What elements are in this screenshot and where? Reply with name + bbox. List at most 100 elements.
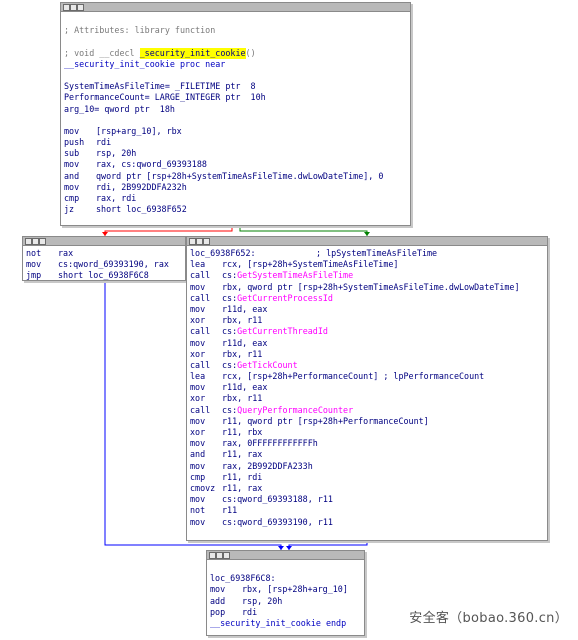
code-line[interactable]	[64, 70, 408, 81]
code-line[interactable]: SystemTimeAsFileTime= _FILETIME ptr 8	[64, 81, 408, 92]
operands[interactable]: r11, rax	[222, 483, 262, 494]
block-graph-icon[interactable]	[70, 4, 77, 11]
api-function-name[interactable]: GetCurrentProcessId	[237, 293, 333, 304]
code-line[interactable]: __security_init_cookie proc near	[64, 59, 408, 70]
code-line[interactable]: xor rbx, r11	[190, 315, 545, 326]
code-line[interactable]: and qword ptr [rsp+28h+SystemTimeAsFileTi…	[64, 171, 408, 182]
operands[interactable]: rdi, 2B992DDFA232h	[96, 182, 187, 193]
code-line[interactable]: mov rbx, [rsp+28h+arg_10]	[210, 584, 362, 595]
api-function-name[interactable]: GetTickCount	[237, 360, 298, 371]
code-text[interactable]: loc_6938F6C8:	[210, 573, 276, 584]
operands[interactable]: rdi	[242, 607, 257, 618]
code-line[interactable]: loc_6938F6C8:	[210, 573, 362, 584]
function-name-highlight[interactable]: _security_init_cookie	[139, 47, 246, 59]
operands[interactable]: rbx, r11	[222, 349, 262, 360]
code-line[interactable]: pop rdi	[210, 607, 362, 618]
code-line[interactable]: mov r11d, eax	[190, 338, 545, 349]
operands[interactable]: rax, cs:qword_69393188	[96, 159, 207, 170]
operands[interactable]: cs:qword_69393188, r11	[222, 494, 333, 505]
proc-label[interactable]: __security_init_cookie proc near	[64, 59, 225, 70]
block-titlebar[interactable]	[23, 237, 185, 246]
code-line[interactable]: jmp short loc_6938F6C8	[26, 270, 183, 281]
block-group-icon[interactable]	[223, 552, 230, 559]
code-block-loc-6938f6c8[interactable]: loc_6938F6C8: mov rbx, [rsp+28h+arg_10] add…	[206, 550, 365, 636]
operands[interactable]: r11	[222, 505, 237, 516]
code-line[interactable]	[64, 14, 408, 25]
block-color-icon[interactable]	[189, 238, 196, 245]
operands[interactable]: [rsp+arg_10], rbx	[96, 126, 182, 137]
block-graph-icon[interactable]	[32, 238, 39, 245]
code-block-entry[interactable]: ; Attributes: library function ; void __c…	[60, 2, 411, 226]
operands[interactable]: rax	[58, 248, 73, 259]
code-line[interactable]: call cs: GetCurrentThreadId	[190, 326, 545, 337]
code-line[interactable]: mov [rsp+arg_10], rbx	[64, 126, 408, 137]
operands[interactable]: r11, rax	[222, 449, 262, 460]
block-group-icon[interactable]	[39, 238, 46, 245]
code-line[interactable]: sub rsp, 20h	[64, 148, 408, 159]
code-text[interactable]: arg_10= qword ptr 18h	[64, 104, 175, 115]
code-line[interactable]: PerformanceCount= LARGE_INTEGER ptr 10h	[64, 92, 408, 103]
operands[interactable]: rax, 0FFFFFFFFFFFFh	[222, 438, 318, 449]
code-line[interactable]: ; void __cdecl _security_init_cookie()	[64, 47, 408, 59]
code-line[interactable]: mov rax, 2B992DDFA233h	[190, 461, 545, 472]
operands[interactable]: rsp, 20h	[242, 596, 282, 607]
code-line[interactable]: call cs: GetTickCount	[190, 360, 545, 371]
api-function-name[interactable]: QueryPerformanceCounter	[237, 405, 353, 416]
block-graph-icon[interactable]	[216, 552, 223, 559]
code-line[interactable]: cmovz r11, rax	[190, 483, 545, 494]
code-line[interactable]: ; Attributes: library function	[64, 25, 408, 36]
code-line[interactable]: xor rbx, r11	[190, 349, 545, 360]
code-line[interactable]: mov rax, 0FFFFFFFFFFFFh	[190, 438, 545, 449]
code-line[interactable]: mov rdi, 2B992DDFA232h	[64, 182, 408, 193]
block-group-icon[interactable]	[203, 238, 210, 245]
operands[interactable]: rax, 2B992DDFA233h	[222, 461, 313, 472]
operands[interactable]: qword ptr [rsp+28h+SystemTimeAsFileTime.…	[96, 171, 383, 182]
code-line[interactable]: cmp rax, rdi	[64, 193, 408, 204]
code-line[interactable]: cmp r11, rdi	[190, 472, 545, 483]
code-line[interactable]: not r11	[190, 505, 545, 516]
code-line[interactable]	[64, 36, 408, 47]
code-block-not-rax[interactable]: not rax mov cs:qword_69393190, rax jmp short …	[22, 236, 186, 281]
code-line[interactable]	[210, 562, 362, 573]
code-line[interactable]: and r11, rax	[190, 449, 545, 460]
operands[interactable]: rbx, r11	[222, 315, 262, 326]
code-line[interactable]: not rax	[26, 248, 183, 259]
code-line[interactable]: loc_6938F652: ; lpSystemTimeAsFileTime	[190, 248, 545, 259]
operands[interactable]: rax, rdi	[96, 193, 136, 204]
code-line[interactable]: jz short loc_6938F652	[64, 204, 408, 215]
block-group-icon[interactable]	[77, 4, 84, 11]
block-titlebar[interactable]	[61, 3, 410, 12]
code-line[interactable]: __security_init_cookie endp	[210, 618, 362, 629]
block-color-icon[interactable]	[63, 4, 70, 11]
operands[interactable]: short loc_6938F6C8	[58, 270, 149, 281]
operands[interactable]: r11d, eax	[222, 304, 267, 315]
operands[interactable]: r11d, eax	[222, 382, 267, 393]
code-line[interactable]: mov cs:qword_69393190, rax	[26, 259, 183, 270]
code-line[interactable]: push rdi	[64, 137, 408, 148]
operands[interactable]: rbx, qword ptr [rsp+28h+SystemTimeAsFile…	[222, 282, 520, 293]
code-line[interactable]: mov cs:qword_69393190, r11	[190, 517, 545, 528]
code-line[interactable]: xor rbx, r11	[190, 393, 545, 404]
code-line[interactable]: mov r11, qword ptr [rsp+28h+PerformanceCo…	[190, 416, 545, 427]
operands[interactable]: rsp, 20h	[96, 148, 136, 159]
code-line[interactable]: mov rbx, qword ptr [rsp+28h+SystemTimeAsF…	[190, 282, 545, 293]
api-function-name[interactable]: GetCurrentThreadId	[237, 326, 328, 337]
block-titlebar[interactable]	[207, 551, 364, 560]
code-line[interactable]: call cs: GetCurrentProcessId	[190, 293, 545, 304]
api-function-name[interactable]: GetSystemTimeAsFileTime	[237, 270, 353, 281]
block-color-icon[interactable]	[25, 238, 32, 245]
operands[interactable]: r11, rdi	[222, 472, 262, 483]
block-color-icon[interactable]	[209, 552, 216, 559]
operands[interactable]: r11, rbx	[222, 427, 262, 438]
block-graph-icon[interactable]	[196, 238, 203, 245]
operands[interactable]: r11d, eax	[222, 338, 267, 349]
code-line[interactable]: arg_10= qword ptr 18h	[64, 104, 408, 115]
operands[interactable]: rbx, r11	[222, 393, 262, 404]
operands[interactable]: cs:qword_69393190, r11	[222, 517, 333, 528]
block-titlebar[interactable]	[187, 237, 547, 246]
code-line[interactable]: xor r11, rbx	[190, 427, 545, 438]
code-text[interactable]: loc_6938F652: ; lpSystemTimeAsFileTime	[190, 248, 437, 259]
code-line[interactable]: mov rax, cs:qword_69393188	[64, 159, 408, 170]
proc-label[interactable]: __security_init_cookie endp	[210, 618, 346, 629]
code-text[interactable]: PerformanceCount= LARGE_INTEGER ptr 10h	[64, 92, 266, 103]
